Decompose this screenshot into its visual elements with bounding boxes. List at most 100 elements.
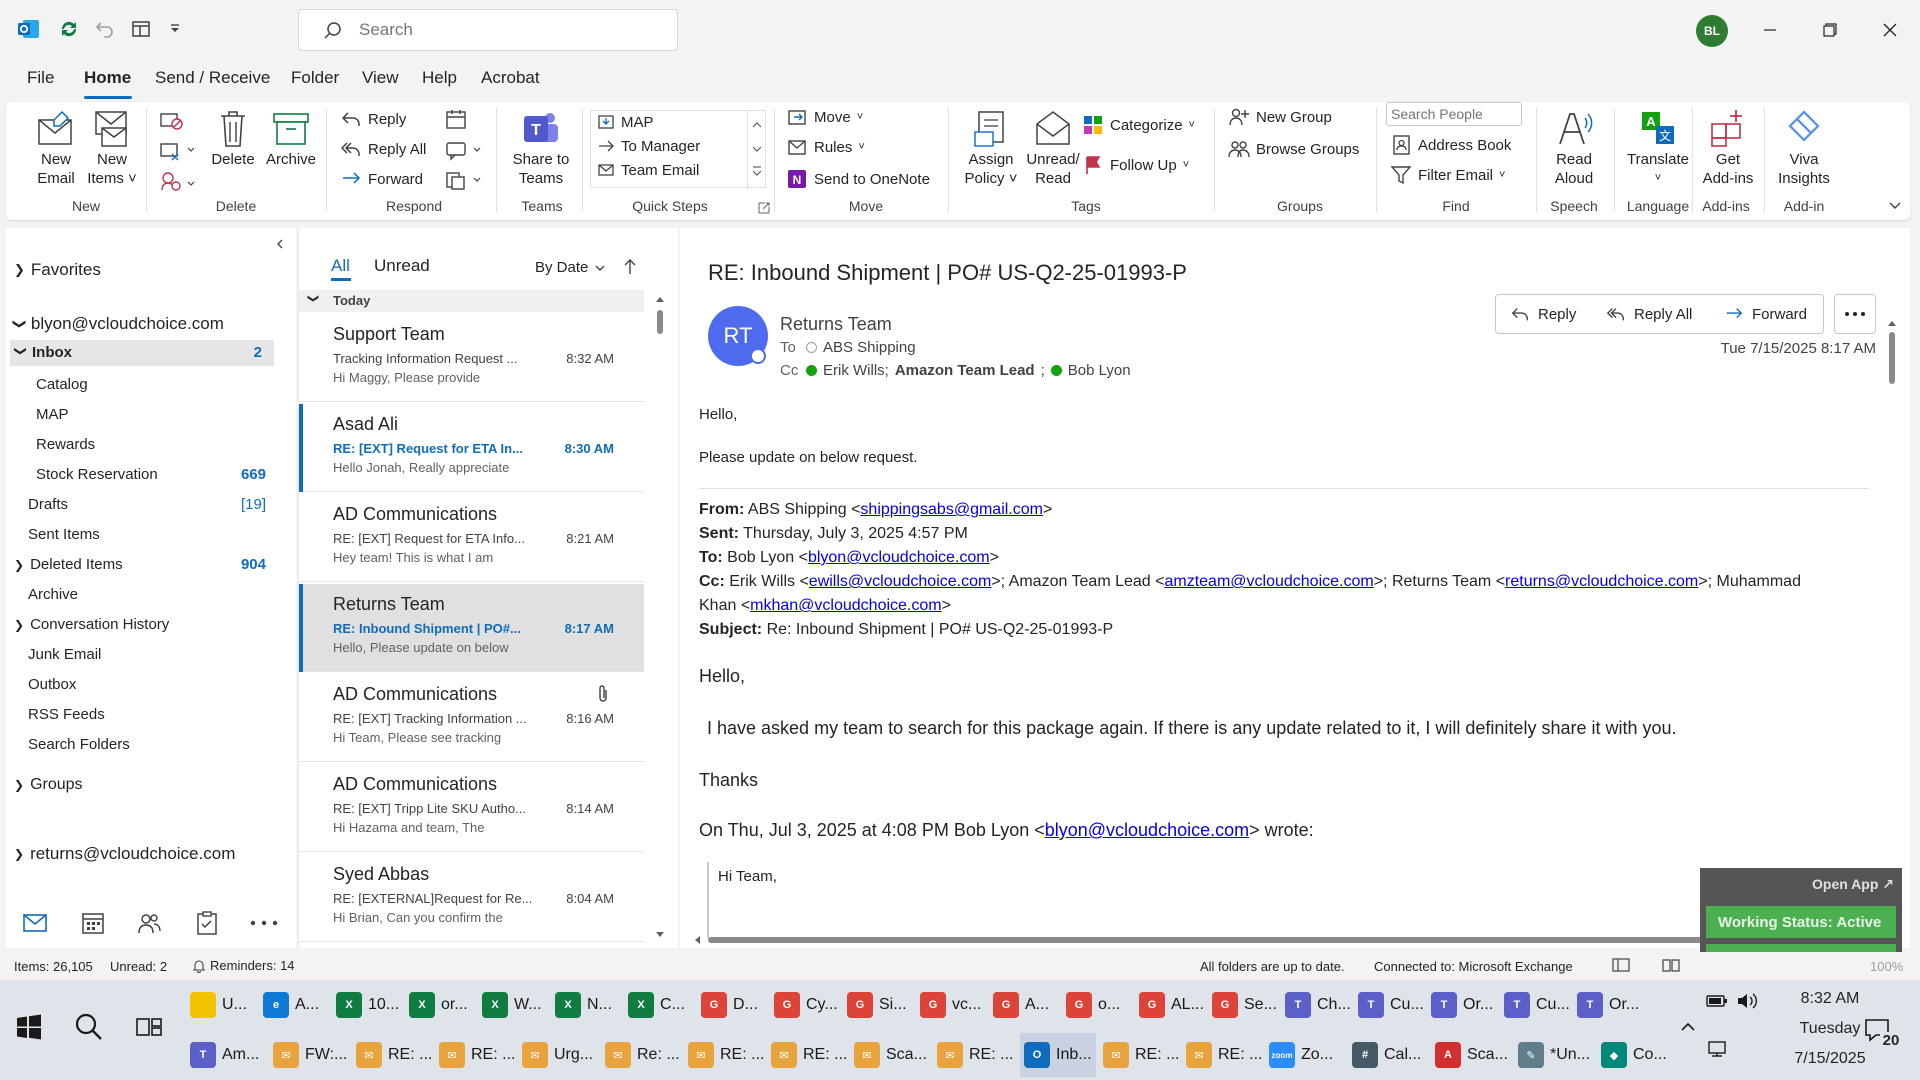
taskbar-app-button[interactable]: G A...	[993, 983, 1049, 1027]
taskbar-app-button[interactable]: ✉ RE: ...	[1186, 1033, 1262, 1077]
normal-view-icon[interactable]	[1612, 957, 1630, 973]
clock-time[interactable]: 8:32 AM	[1780, 990, 1880, 1008]
search-input[interactable]	[359, 20, 659, 40]
viva-insights-button[interactable]: Viva Insights	[1768, 108, 1840, 188]
tab-help[interactable]: Help	[422, 68, 457, 88]
sync-icon[interactable]	[56, 16, 82, 42]
sort-by-date[interactable]: By Date	[535, 259, 606, 276]
quick-step-team-email[interactable]: Team Email	[597, 161, 699, 179]
account-header[interactable]: ❯ blyon@vcloudchoice.com	[12, 314, 223, 334]
tab-file[interactable]: File	[27, 68, 54, 88]
tab-acrobat[interactable]: Acrobat	[481, 68, 540, 88]
taskbar-app-button[interactable]: G AL...	[1139, 983, 1204, 1027]
fwd-to-email-link[interactable]: blyon@vcloudchoice.com	[808, 549, 990, 566]
folder-stock-reservation[interactable]: Stock Reservation	[36, 466, 158, 483]
close-button[interactable]	[1870, 14, 1910, 46]
taskbar-app-button[interactable]: ✉ RE: ...	[356, 1033, 432, 1077]
more-respond-icon[interactable]	[444, 168, 484, 192]
taskbar-app-button[interactable]: ✉ FW:...	[273, 1033, 347, 1077]
forward-button-reading[interactable]: Forward	[1710, 294, 1824, 334]
rules-button[interactable]: Rules ˅	[786, 136, 865, 158]
quick-step-map[interactable]: MAP	[597, 113, 654, 131]
get-addins-button[interactable]: Get Add-ins	[1696, 108, 1760, 188]
collapse-pane-icon[interactable]	[274, 238, 286, 250]
taskbar-app-button[interactable]: ✉ Re: ...	[605, 1033, 680, 1077]
folder-deleted-items[interactable]: ❯ Deleted Items	[14, 556, 123, 573]
ribbon-collapse-icon[interactable]	[1888, 198, 1902, 212]
folder-map[interactable]: MAP	[36, 406, 69, 423]
delete-button[interactable]: Delete	[206, 108, 260, 169]
taskbar-app-button[interactable]: ✉ RE: ...	[688, 1033, 764, 1077]
more-actions-button[interactable]	[1834, 294, 1876, 334]
dialog-launcher-icon[interactable]	[758, 202, 770, 214]
network-icon[interactable]	[1706, 1040, 1728, 1058]
tab-folder[interactable]: Folder	[291, 68, 339, 88]
assign-policy-button[interactable]: Assign Policy ˅	[958, 108, 1024, 188]
new-items-button[interactable]: New Items ˅	[82, 108, 142, 188]
taskbar-app-button[interactable]: T Ch...	[1285, 983, 1351, 1027]
group-header-today[interactable]: ❯ Today	[299, 290, 644, 312]
taskbar-app-button[interactable]: Gvc...	[920, 983, 981, 1027]
taskbar-app-button[interactable]: Go...	[1066, 983, 1120, 1027]
tab-view[interactable]: View	[362, 68, 399, 88]
tab-home[interactable]: Home	[84, 68, 131, 88]
translate-button[interactable]: A文 Translate ˅	[1618, 108, 1698, 188]
to-recipient[interactable]: ABS Shipping	[823, 339, 916, 356]
user-avatar[interactable]: BL	[1696, 15, 1728, 47]
message-list-scrollbar[interactable]	[654, 292, 666, 944]
taskbar-app-button[interactable]: Xor...	[409, 983, 468, 1027]
calendar-icon[interactable]	[80, 910, 106, 936]
people-icon[interactable]	[136, 910, 162, 936]
message-item[interactable]: AD Communications RE: [EXT] Tripp Lite S…	[299, 764, 644, 852]
taskbar-app-button[interactable]: ✉ Urg...	[522, 1033, 593, 1077]
folder-rewards[interactable]: Rewards	[36, 436, 95, 453]
taskbar-app-button[interactable]: A Sca...	[1435, 1033, 1508, 1077]
quick-step-to-manager[interactable]: To Manager	[597, 137, 700, 155]
sender-name[interactable]: Returns Team	[780, 314, 892, 335]
junk-icon[interactable]	[158, 168, 198, 192]
reply-all-button[interactable]: Reply All	[340, 138, 426, 160]
sort-direction-icon[interactable]	[623, 258, 637, 276]
inbox-folder[interactable]: ❯ Inbox 2	[10, 340, 274, 366]
taskbar-app-button[interactable]: zoom Zo...	[1269, 1033, 1333, 1077]
taskbar-app-button[interactable]: e A...	[263, 983, 319, 1027]
task-view-icon[interactable]	[136, 1014, 162, 1040]
taskbar-app-button[interactable]: T Cu...	[1358, 983, 1424, 1027]
message-item[interactable]: Asad Ali RE: [EXT] Request for ETA In...…	[299, 404, 644, 492]
taskbar-app-button[interactable]: X N...	[555, 983, 612, 1027]
folder-sent-items[interactable]: Sent Items	[28, 526, 100, 543]
forward-button[interactable]: Forward	[340, 168, 423, 190]
message-item[interactable]: Syed Abbas RE: [EXTERNAL]Request for Re.…	[299, 854, 644, 942]
cleanup-icon[interactable]	[158, 138, 198, 162]
groups-folder[interactable]: ❯ Groups	[14, 776, 83, 794]
taskbar-app-button[interactable]: # Cal...	[1352, 1033, 1421, 1077]
cc-recipient-3[interactable]: Bob Lyon	[1068, 362, 1131, 379]
reply-button-reading[interactable]: Reply	[1495, 294, 1593, 334]
search-icon[interactable]	[74, 1012, 104, 1042]
battery-icon[interactable]	[1706, 994, 1728, 1008]
tab-send-receive[interactable]: Send / Receive	[155, 68, 270, 88]
mail-icon[interactable]	[22, 912, 48, 934]
taskbar-app-button[interactable]: O Inb...	[1020, 1033, 1096, 1077]
unread-read-button[interactable]: Unread/ Read	[1020, 108, 1086, 188]
reading-view-icon[interactable]	[1662, 957, 1680, 973]
filter-email-button[interactable]: Filter Email ˅	[1390, 164, 1505, 186]
taskbar-app-button[interactable]: T Or...	[1577, 983, 1639, 1027]
folder-outbox[interactable]: Outbox	[28, 676, 76, 693]
taskbar-app-button[interactable]: T Cu...	[1504, 983, 1570, 1027]
folder-search-folders[interactable]: Search Folders	[28, 736, 130, 753]
message-item[interactable]: AD Communications RE: [EXT] Request for …	[299, 494, 644, 582]
status-reminders[interactable]: Reminders: 14	[192, 958, 295, 973]
undo-icon[interactable]	[92, 16, 118, 42]
restore-button[interactable]	[1810, 14, 1850, 46]
minimize-button[interactable]	[1750, 14, 1790, 46]
fwd-cc-email-link[interactable]: amzteam@vcloudchoice.com	[1164, 573, 1373, 590]
read-aloud-button[interactable]: Read Aloud	[1542, 108, 1606, 188]
taskbar-app-button[interactable]: ✉ Sca...	[854, 1033, 927, 1077]
cc-recipient-2[interactable]: Amazon Team Lead	[895, 362, 1035, 379]
taskbar-app-button[interactable]: ✎ *Un...	[1518, 1033, 1590, 1077]
folder-archive[interactable]: Archive	[28, 586, 78, 603]
filter-unread-tab[interactable]: Unread	[374, 256, 430, 276]
filter-all-tab[interactable]: All	[331, 256, 350, 276]
cc-recipient-1[interactable]: Erik Wills;	[823, 362, 889, 379]
